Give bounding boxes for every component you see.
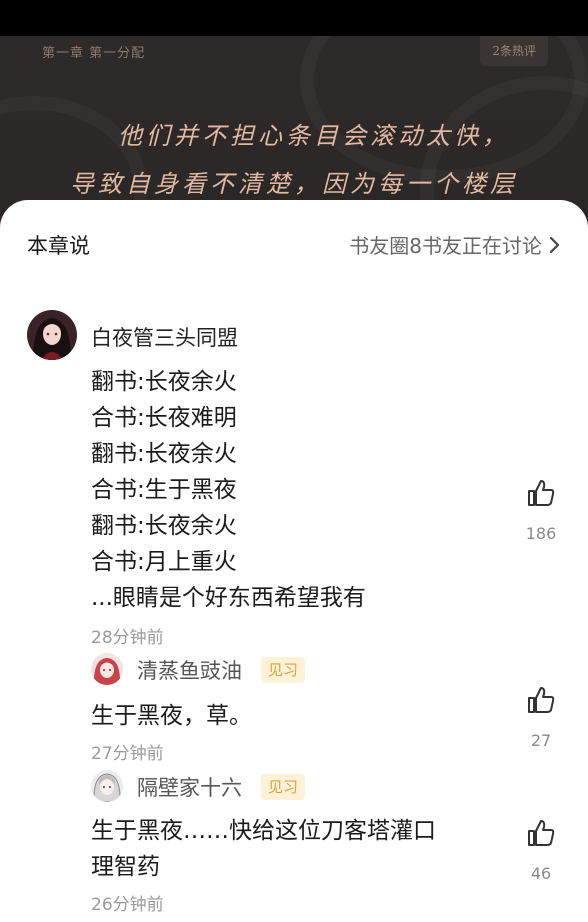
- reply-time: 26分钟前: [91, 895, 164, 915]
- level-badge: 见习: [261, 774, 306, 800]
- thumbs-up-icon: [528, 820, 555, 846]
- comment-line: 翻书:长夜余火: [91, 369, 237, 395]
- comment-line: 翻书:长夜余火: [91, 441, 237, 467]
- like-count: 186: [525, 524, 557, 543]
- avatar[interactable]: [27, 310, 77, 360]
- chapter-meta: 第一章 第一分配: [42, 46, 146, 61]
- avatar[interactable]: [91, 770, 123, 802]
- like-button[interactable]: 186: [520, 478, 562, 543]
- reader-text-line-1: 他们并不担心条目会滚动太快，: [118, 122, 510, 150]
- comment-line: ...眼睛是个好东西希望我有: [91, 585, 366, 611]
- level-badge: 见习: [261, 657, 306, 683]
- reader-text-line-2: 导致自身看不清楚，因为每一个楼层: [70, 170, 518, 198]
- comment-line: 合书:月上重火: [91, 549, 237, 575]
- like-count: 46: [530, 864, 552, 883]
- sheet-title: 本章说: [27, 234, 90, 258]
- discussion-link[interactable]: 书友圈8书友正在讨论: [349, 230, 560, 259]
- sheet-header: 本章说 书友圈8书友正在讨论: [0, 200, 588, 286]
- reply-username[interactable]: 隔壁家十六: [137, 772, 242, 802]
- comment-body: 翻书:长夜余火 合书:长夜难明 翻书:长夜余火 合书:生于黑夜 翻书:长夜余火 …: [91, 364, 366, 616]
- reply-line: 理智药: [91, 854, 160, 880]
- status-bar: [0, 0, 588, 36]
- like-button[interactable]: 46: [520, 818, 562, 883]
- like-button[interactable]: 27: [520, 685, 562, 750]
- chevron-right-icon: [549, 236, 560, 253]
- hot-comments-badge[interactable]: 2条热评: [480, 36, 548, 66]
- reply-body: 生于黑夜，草。: [91, 698, 252, 734]
- reply-body: 生于黑夜……快给这位刀客塔灌口 理智药: [91, 813, 436, 885]
- comment-time: 28分钟前: [91, 628, 164, 648]
- avatar[interactable]: [91, 653, 123, 685]
- reply-time: 27分钟前: [91, 744, 164, 764]
- like-count: 27: [530, 731, 552, 750]
- comment-line: 翻书:长夜余火: [91, 513, 237, 539]
- comments-sheet: 本章说 书友圈8书友正在讨论 白夜管三头同盟 翻书:长夜余火 合书:长夜难明 翻…: [0, 200, 588, 922]
- reply-username[interactable]: 清蒸鱼豉油: [137, 655, 242, 685]
- comment-line: 合书:生于黑夜: [91, 477, 237, 503]
- comment-line: 合书:长夜难明: [91, 405, 237, 431]
- reply-line: 生于黑夜……快给这位刀客塔灌口: [91, 818, 436, 844]
- thumbs-up-icon: [528, 687, 555, 713]
- thumbs-up-icon: [528, 480, 555, 506]
- reply-line: 生于黑夜，草。: [91, 703, 252, 729]
- reader-page-background: 第一章 第一分配 2条热评 他们并不担心条目会滚动太快， 导致自身看不清楚，因为…: [0, 36, 588, 226]
- comment-username[interactable]: 白夜管三头同盟: [91, 322, 238, 352]
- discussion-link-label: 书友圈8书友正在讨论: [349, 234, 542, 258]
